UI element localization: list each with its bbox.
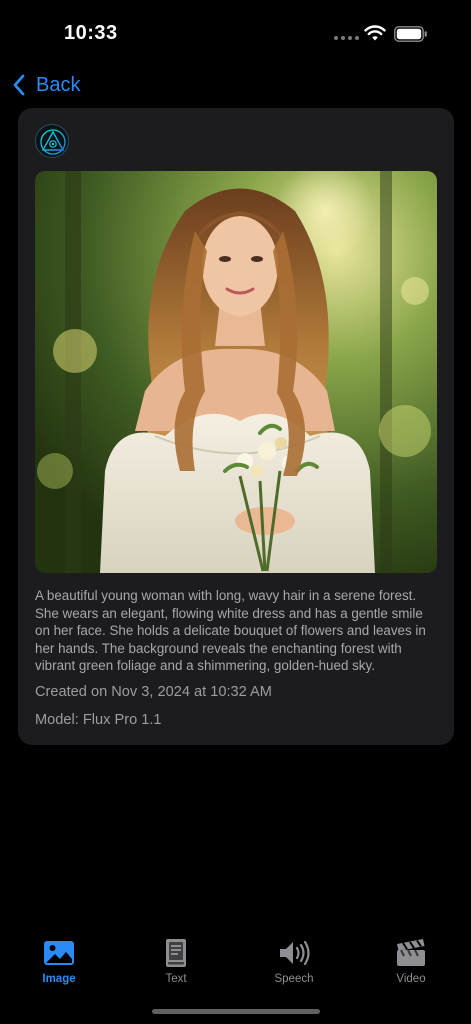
chevron-left-icon (13, 74, 25, 96)
tab-video-label: Video (396, 973, 426, 985)
image-description: A beautiful young woman with long, wavy … (35, 588, 426, 673)
tab-text[interactable]: Text (131, 938, 221, 985)
battery-icon (394, 26, 427, 42)
speaker-icon (280, 940, 310, 966)
tab-video[interactable]: Video (366, 938, 456, 985)
created-date: Created on Nov 3, 2024 at 10:32 AM (35, 684, 272, 700)
tab-bar: Image Text Speech Video (0, 930, 471, 1000)
generation-card: A beautiful young woman with long, wavy … (18, 108, 454, 745)
back-button[interactable]: Back (12, 70, 80, 100)
model-name: Model: Flux Pro 1.1 (35, 712, 162, 728)
generated-image[interactable] (35, 171, 437, 573)
home-indicator (152, 1009, 320, 1014)
avatar[interactable] (35, 124, 69, 158)
image-icon (44, 941, 74, 965)
tab-speech-label: Speech (274, 973, 314, 985)
tab-image[interactable]: Image (14, 938, 104, 985)
clapperboard-icon (397, 939, 425, 966)
wifi-icon (364, 25, 386, 41)
cellular-signal-icon (334, 36, 359, 40)
book-icon (166, 939, 186, 967)
portrait-image (35, 171, 437, 573)
status-time: 10:33 (64, 22, 118, 44)
tab-text-label: Text (165, 973, 187, 985)
triangle-logo-icon (40, 129, 66, 155)
back-label: Back (36, 73, 81, 96)
status-bar: 10:33 (0, 0, 471, 60)
tab-image-label: Image (42, 973, 76, 985)
tab-speech[interactable]: Speech (249, 938, 339, 985)
